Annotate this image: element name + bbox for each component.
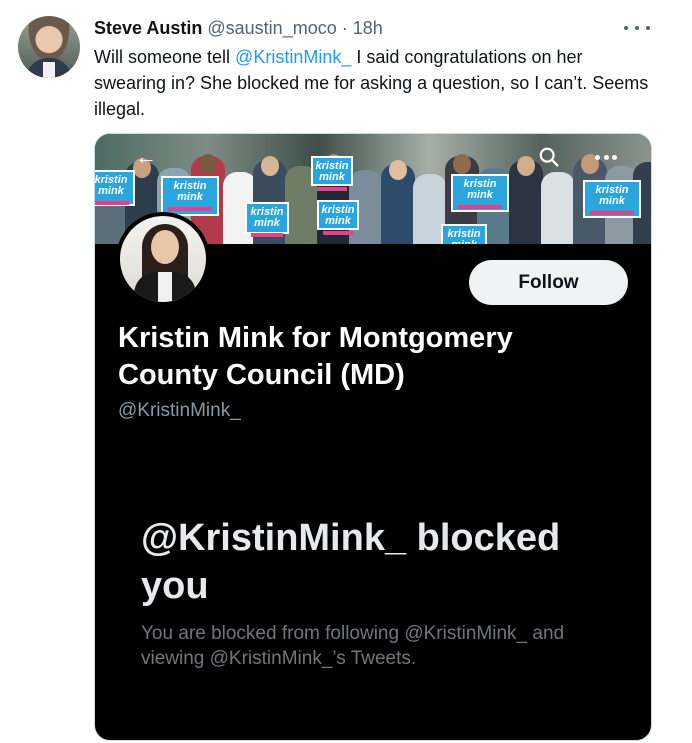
tweet-timestamp[interactable]: 18h [353, 18, 383, 38]
campaign-sign: kristin mink [583, 180, 641, 218]
blocked-title: @KristinMink_ blocked you [141, 517, 561, 607]
more-options-icon[interactable] [624, 22, 650, 34]
author-handle[interactable]: @saustin_moco [207, 18, 336, 38]
author-name[interactable]: Steve Austin [94, 18, 202, 38]
campaign-sign: kristin mink [451, 174, 509, 212]
attached-screenshot[interactable]: kristin mink kristin mink kristin mink k… [94, 133, 652, 741]
follow-button[interactable]: Follow [469, 260, 628, 305]
profile-handle: @KristinMink_ [118, 400, 241, 421]
profile-display-name: Kristin Mink for Montgomery County Counc… [118, 322, 513, 391]
campaign-sign: kristin mink [311, 156, 353, 191]
campaign-sign: kristin mink [161, 176, 219, 216]
author-avatar[interactable] [18, 16, 80, 78]
header-separator: · [341, 18, 348, 38]
back-arrow-icon[interactable]: ← [135, 146, 157, 168]
campaign-sign: kristin mink [441, 224, 487, 244]
profile-avatar [116, 212, 210, 306]
tweet-text-before: Will someone tell [94, 47, 236, 67]
tweet-header: Steve Austin @saustin_moco · 18h [94, 17, 383, 39]
tweet-text: Will someone tell @KristinMink_ I said c… [94, 44, 654, 122]
campaign-sign: kristin mink [95, 170, 135, 206]
blocked-description: You are blocked from following @KristinM… [141, 623, 565, 669]
tweet[interactable]: Steve Austin @saustin_moco · 18h Will so… [0, 0, 692, 743]
campaign-sign: kristin mink [245, 202, 289, 237]
more-horizontal-icon[interactable] [595, 155, 617, 160]
mention-link[interactable]: @KristinMink_ [235, 47, 351, 67]
campaign-sign: kristin mink [317, 200, 359, 235]
search-icon[interactable] [538, 146, 560, 168]
